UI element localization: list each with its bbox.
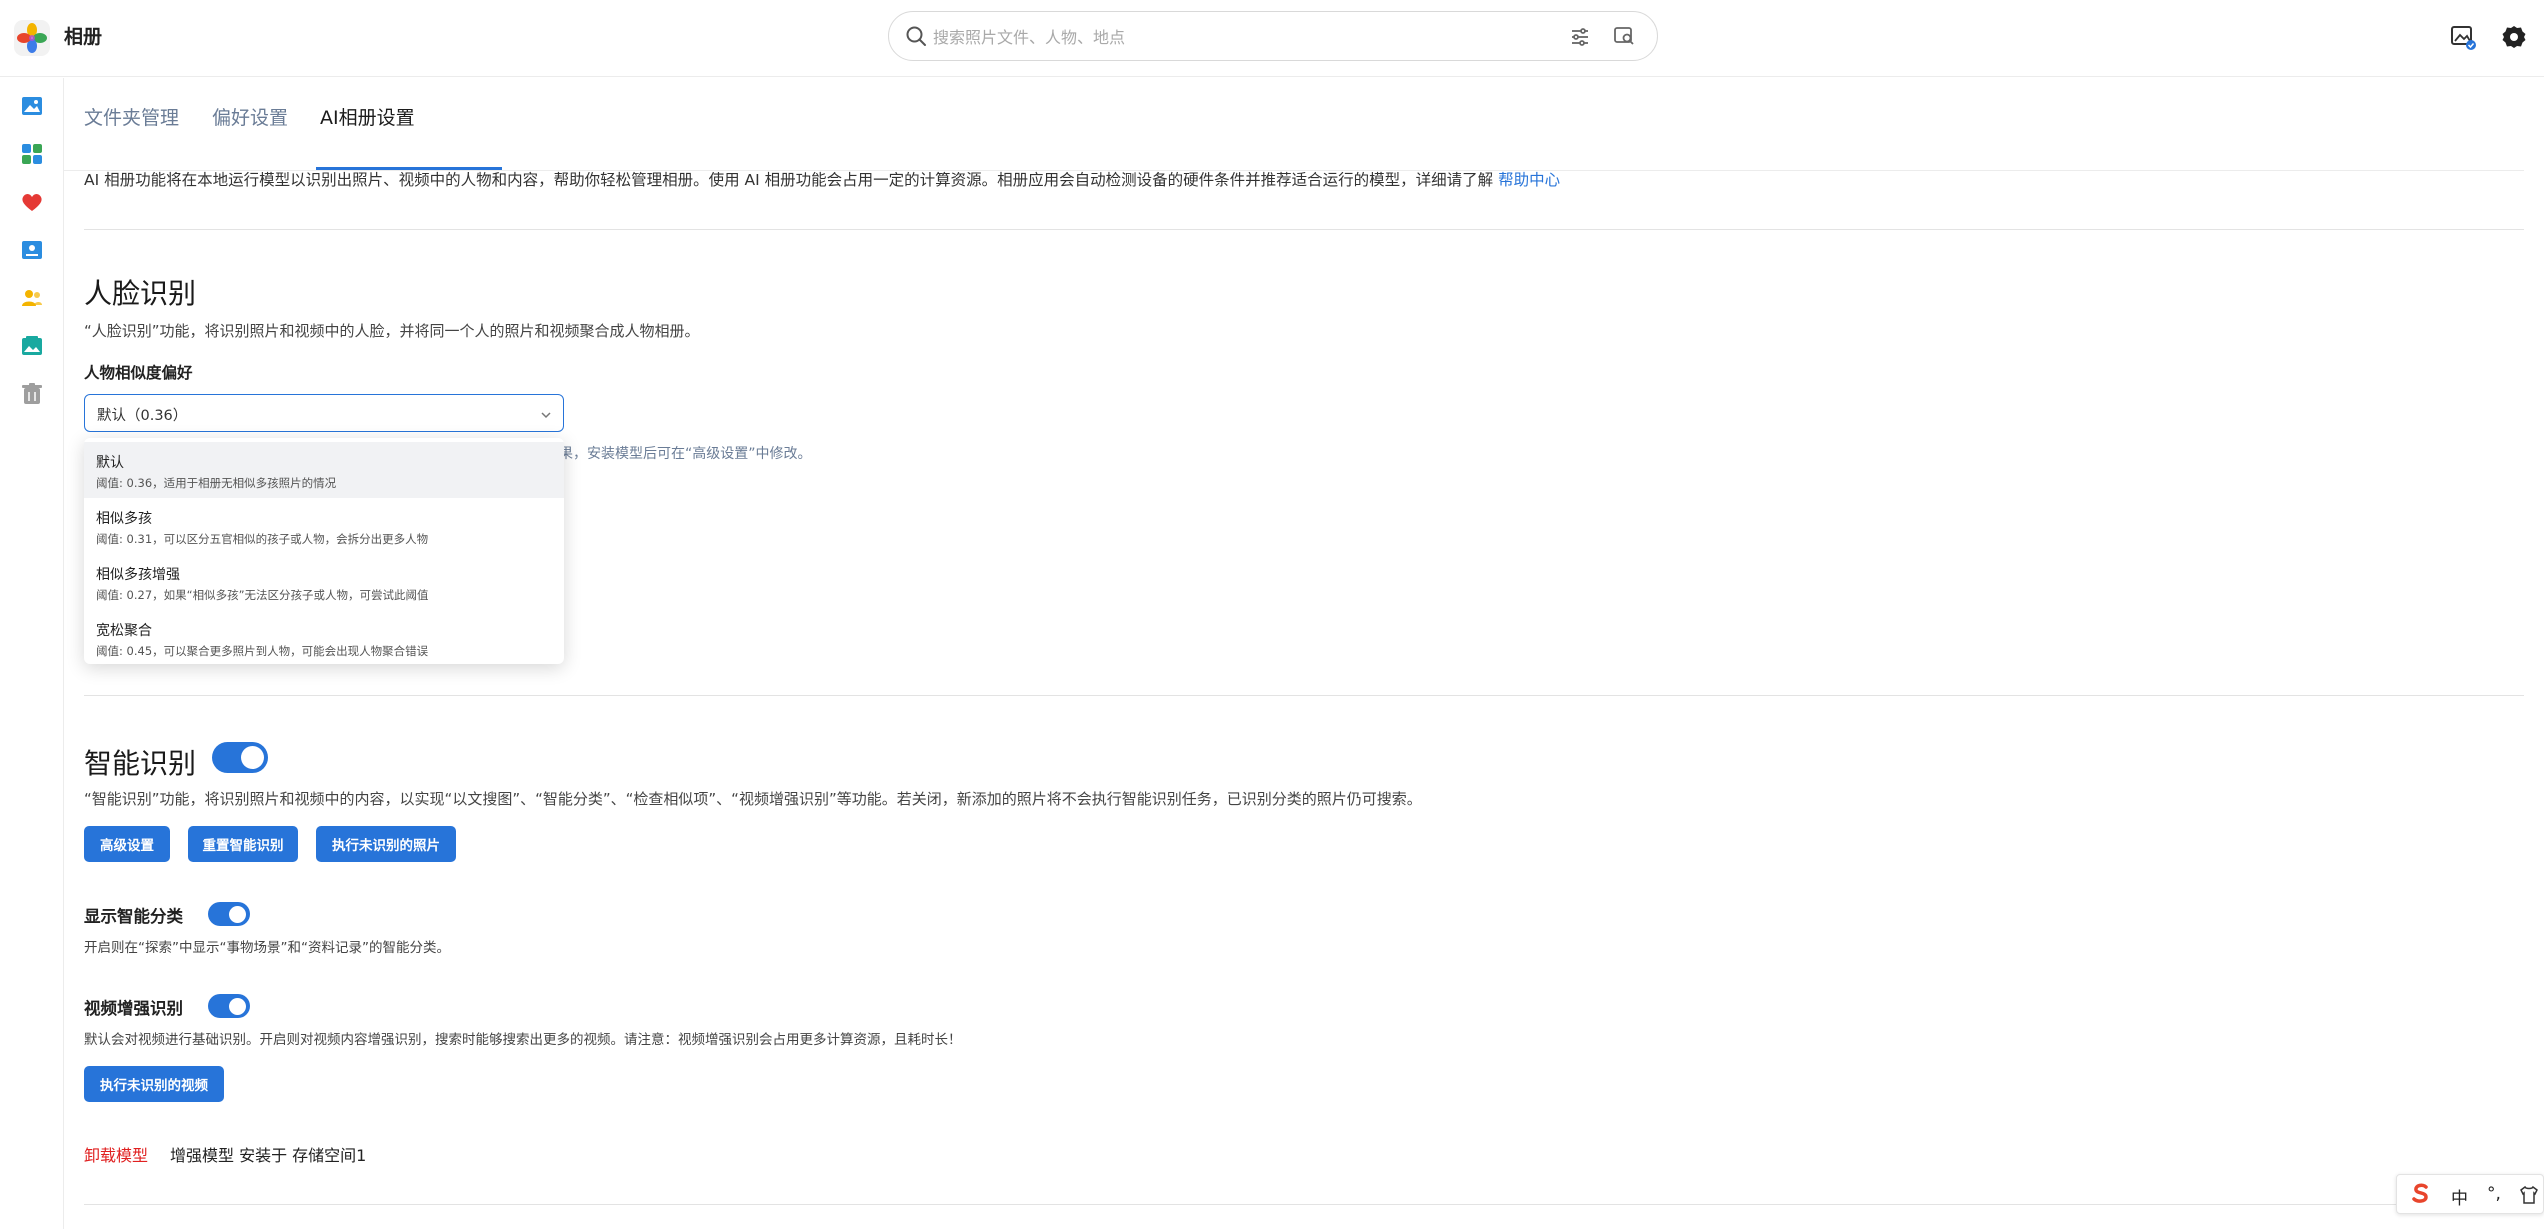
dropdown-option[interactable]: 默认 阈值: 0.36，适用于相册无相似多孩照片的情况 [84,442,564,498]
similarity-label: 人物相似度偏好 [84,364,193,382]
app-title: 相册 [64,26,103,48]
tab-ai-album-settings[interactable]: AI相册设置 [320,103,415,130]
ime-punctuation-toggle[interactable]: °, [2487,1184,2501,1204]
places-icon [22,336,42,355]
app-logo-icon [14,20,50,56]
model-install-info: 增强模型 安装于 存储空间1 [170,1146,367,1165]
similarity-selected-value: 默认（0.36） [97,408,188,424]
divider [84,695,2524,696]
chevron-down-icon [539,407,553,426]
help-center-link[interactable]: 帮助中心 [1498,171,1560,189]
reset-smart-recognition-button[interactable]: 重置智能识别 [188,826,298,862]
smart-recognition-title: 智能识别 [84,747,197,780]
filter-icon[interactable] [1569,26,1591,52]
intro-text: AI 相册功能将在本地运行模型以识别出照片、视频中的人物和内容，帮助你轻松管理相… [84,171,1561,189]
sidebar-item-photos[interactable] [18,92,46,120]
search-input[interactable] [933,24,1433,50]
dropdown-option[interactable]: 相似多孩增强 阈值: 0.27，如果“相似多孩”无法区分孩子或人物，可尝试此阈值 [84,554,564,610]
tab-folder-management[interactable]: 文件夹管理 [84,103,179,130]
video-enhance-title: 视频增强识别 [84,999,183,1018]
people-icon [22,290,42,306]
photos-icon [22,97,42,115]
trash-icon [22,383,42,404]
divider [84,229,2524,230]
video-enhance-description: 默认会对视频进行基础识别。开启则对视频内容增强识别，搜索时能够搜索出更多的视频。… [84,1032,962,1048]
albums-icon [22,144,42,164]
similarity-select[interactable]: 默认（0.36） [84,394,564,432]
video-enhance-toggle[interactable] [208,994,250,1018]
sidebar-item-places[interactable] [18,332,46,360]
smart-recognition-toggle[interactable] [212,742,268,773]
image-search-icon[interactable] [1613,25,1635,51]
smart-recognition-description: “智能识别”功能，将识别照片和视频中的内容，以实现“以文搜图”、“智能分类”、“… [84,790,1422,808]
ime-skin-icon[interactable] [2519,1185,2539,1210]
run-unrecognized-videos-button[interactable]: 执行未识别的视频 [84,1066,224,1102]
dropdown-option[interactable]: 宽松聚合 阈值: 0.45，可以聚合更多照片到人物，可能会出现人物聚合错误 [84,610,564,664]
tab-preferences[interactable]: 偏好设置 [212,103,288,130]
face-recognition-title: 人脸识别 [84,277,197,310]
shared-album-icon [22,241,42,259]
sidebar-item-albums[interactable] [18,140,46,168]
photo-sync-icon[interactable] [2449,23,2477,55]
heart-icon [22,194,42,211]
ime-language-toggle[interactable]: 中 [2451,1184,2468,1209]
sogou-logo-icon[interactable] [2411,1182,2431,1209]
similarity-hint: 果，安装模型后可在“高级设置”中修改。 [559,446,812,462]
search-icon [905,25,927,51]
sidebar-item-favorites[interactable] [18,188,46,216]
show-category-description: 开启则在“探索”中显示“事物场景”和“资料记录”的智能分类。 [84,940,450,956]
dropdown-option[interactable]: 相似多孩 阈值: 0.31，可以区分五官相似的孩子或人物，会拆分出更多人物 [84,498,564,554]
search-bar[interactable] [888,11,1658,61]
ime-toolbar: 中 °, [2396,1174,2544,1214]
top-bar: 相册 [0,0,2544,77]
run-unrecognized-photos-button[interactable]: 执行未识别的照片 [316,826,456,862]
uninstall-model-link[interactable]: 卸载模型 [84,1142,148,1166]
show-category-toggle[interactable] [208,902,250,926]
sidebar-item-people[interactable] [18,284,46,312]
face-recognition-description: “人脸识别”功能，将识别照片和视频中的人脸，并将同一个人的照片和视频聚合成人物相… [84,322,700,340]
similarity-dropdown: 默认 阈值: 0.36，适用于相册无相似多孩照片的情况 相似多孩 阈值: 0.3… [84,438,564,664]
advanced-settings-button[interactable]: 高级设置 [84,826,170,862]
divider [84,1204,2524,1205]
settings-icon[interactable] [2500,23,2528,55]
sidebar-item-trash[interactable] [18,380,46,408]
sidebar-item-shared[interactable] [18,236,46,264]
sidebar [0,78,64,1229]
show-category-title: 显示智能分类 [84,907,183,926]
